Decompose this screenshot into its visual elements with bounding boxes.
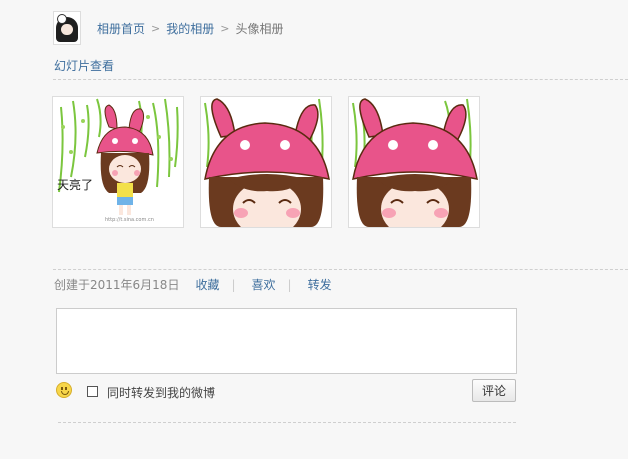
breadcrumb-current: 头像相册 <box>235 21 284 36</box>
user-avatar[interactable] <box>53 11 81 45</box>
photo-thumbnail-2[interactable] <box>200 96 332 228</box>
chevron-right-icon: > <box>220 21 230 35</box>
chevron-right-icon: > <box>151 21 161 35</box>
avatar-face <box>61 24 73 35</box>
comment-submit-button[interactable]: 评论 <box>472 379 516 402</box>
cartoon-girl-bunny-hat-closeup-photo <box>352 98 478 227</box>
cartoon-girl-bunny-hat-closeup-photo <box>204 98 330 227</box>
repost-link[interactable]: 转发 <box>308 276 332 293</box>
divider <box>53 79 628 80</box>
comment-input[interactable] <box>56 308 517 374</box>
svg-text:http://t.sina.com.cn: http://t.sina.com.cn <box>105 217 154 223</box>
album-meta: 创建于2011年6月18日 收藏 | 喜欢 | 转发 <box>54 276 332 293</box>
divider <box>53 269 628 270</box>
album-header: 相册首页 > 我的相册 > 头像相册 <box>53 11 283 45</box>
smiley-icon[interactable] <box>56 382 72 398</box>
created-date: 创建于2011年6月18日 <box>54 278 180 292</box>
breadcrumb-my-album[interactable]: 我的相册 <box>166 20 214 37</box>
like-link[interactable]: 喜欢 <box>252 276 276 293</box>
repost-to-weibo-checkbox[interactable] <box>87 386 98 397</box>
divider <box>58 422 516 423</box>
breadcrumb-album-home[interactable]: 相册首页 <box>97 20 145 37</box>
avatar-flower-icon <box>57 14 67 24</box>
slideshow-view-link[interactable]: 幻灯片查看 <box>54 57 114 74</box>
breadcrumb: 相册首页 > 我的相册 > 头像相册 <box>97 20 283 37</box>
cartoon-girl-bunny-hat-full-photo: 天亮了 http://t.sina.com.cn <box>57 98 179 223</box>
action-divider: | <box>287 277 292 292</box>
photo-thumbnail-3[interactable] <box>348 96 480 228</box>
favorite-link[interactable]: 收藏 <box>195 276 219 293</box>
repost-to-weibo-label[interactable]: 同时转发到我的微博 <box>107 384 215 401</box>
photo-thumbnail-1[interactable]: 天亮了 http://t.sina.com.cn <box>52 96 184 228</box>
photo-grid: 天亮了 http://t.sina.com.cn <box>52 96 480 228</box>
photo-overlay-text: 天亮了 <box>57 177 93 192</box>
action-divider: | <box>231 277 236 292</box>
